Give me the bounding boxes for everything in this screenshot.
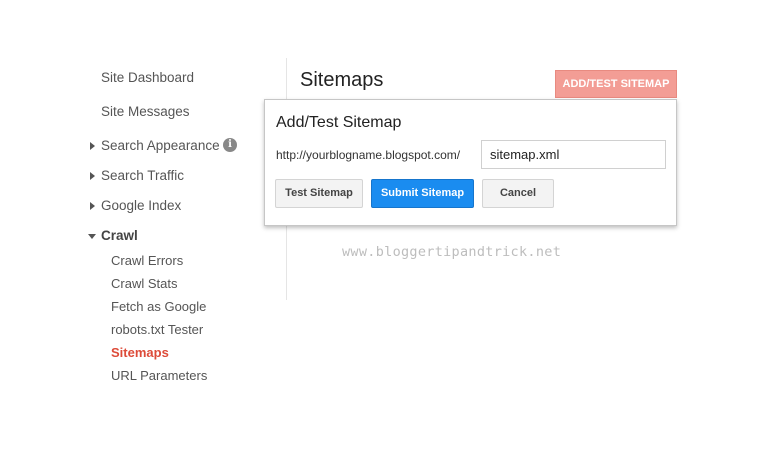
- nav-url-parameters[interactable]: URL Parameters: [111, 368, 207, 383]
- cancel-button[interactable]: Cancel: [482, 179, 554, 208]
- nav-crawl-errors[interactable]: Crawl Errors: [111, 253, 183, 268]
- dialog-title: Add/Test Sitemap: [276, 114, 402, 131]
- nav-google-index[interactable]: Google Index: [101, 198, 181, 213]
- test-sitemap-button[interactable]: Test Sitemap: [275, 179, 363, 208]
- add-test-sitemap-dialog: Add/Test Sitemap http://yourblogname.blo…: [264, 99, 677, 226]
- nav-crawl-stats[interactable]: Crawl Stats: [111, 276, 177, 291]
- expand-arrow-icon[interactable]: [90, 172, 95, 180]
- expand-arrow-icon[interactable]: [90, 202, 95, 210]
- nav-site-dashboard[interactable]: Site Dashboard: [101, 70, 194, 85]
- sitemap-path-input[interactable]: [481, 140, 666, 169]
- collapse-arrow-icon[interactable]: [88, 234, 96, 239]
- nav-search-traffic[interactable]: Search Traffic: [101, 168, 184, 183]
- nav-crawl[interactable]: Crawl: [101, 228, 138, 243]
- nav-search-appearance[interactable]: Search Appearance: [101, 138, 220, 153]
- nav-fetch-as-google[interactable]: Fetch as Google: [111, 299, 206, 314]
- nav-sitemaps[interactable]: Sitemaps: [111, 345, 169, 360]
- add-test-sitemap-button[interactable]: ADD/TEST SITEMAP: [555, 70, 677, 98]
- page-title: Sitemaps: [300, 69, 384, 91]
- expand-arrow-icon[interactable]: [90, 142, 95, 150]
- sidebar: Site Dashboard Site Messages Search Appe…: [0, 0, 286, 450]
- watermark-text: www.bloggertipandtrick.net: [342, 244, 562, 260]
- info-icon[interactable]: i: [223, 138, 237, 152]
- url-prefix: http://yourblogname.blogspot.com/: [276, 148, 461, 162]
- nav-robots-tester[interactable]: robots.txt Tester: [111, 322, 203, 337]
- nav-site-messages[interactable]: Site Messages: [101, 104, 190, 119]
- submit-sitemap-button[interactable]: Submit Sitemap: [371, 179, 474, 208]
